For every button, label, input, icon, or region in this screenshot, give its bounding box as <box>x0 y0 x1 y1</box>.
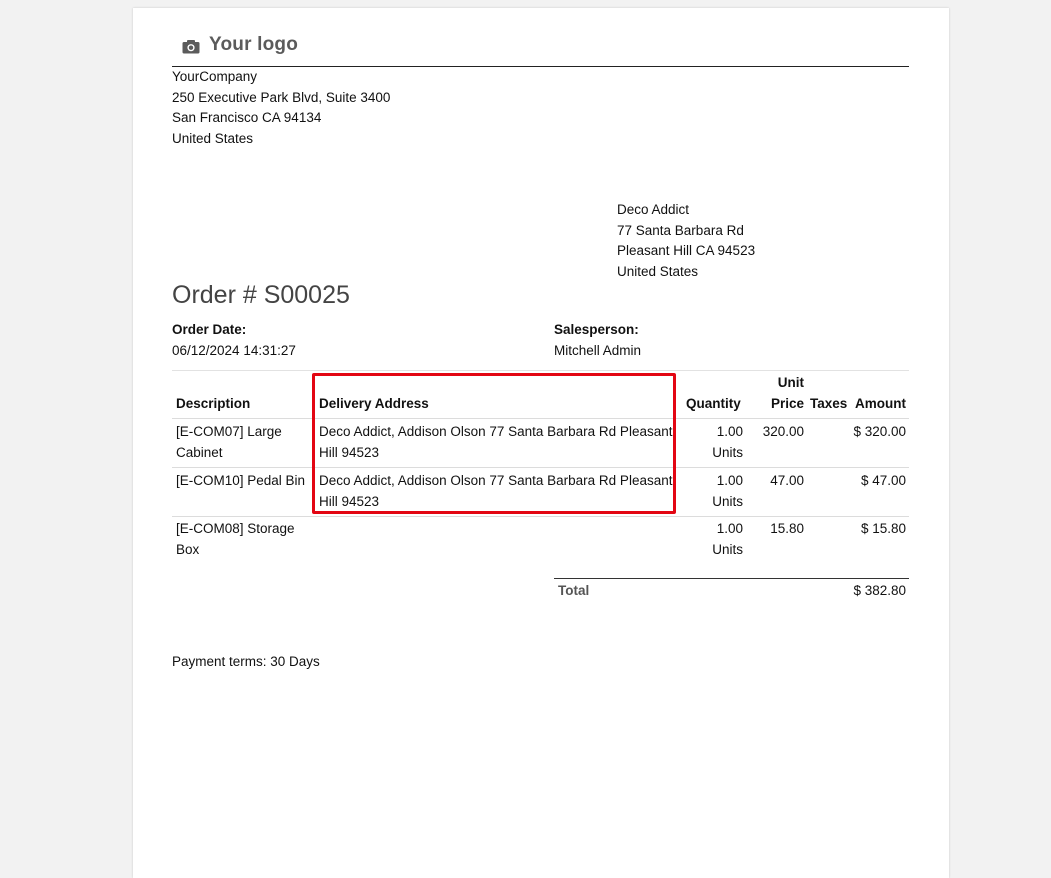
column-header-description: Description <box>176 396 251 411</box>
logo-text: Your logo <box>209 34 299 55</box>
salesperson-label: Salesperson: <box>554 322 639 337</box>
line-unit-price: 320.00 <box>762 424 804 439</box>
column-header-quantity: Quantity <box>686 396 741 411</box>
customer-city: Pleasant Hill CA 94523 <box>617 243 756 258</box>
page-title: Order # S00025 <box>172 281 350 309</box>
line-unit-price: 47.00 <box>770 473 804 488</box>
report-sheet: Your logo YourCompany 250 Executive Park… <box>133 8 949 878</box>
delivery-address-highlight <box>312 373 676 514</box>
company-street: 250 Executive Park Blvd, Suite 3400 <box>172 89 391 105</box>
camera-icon <box>182 38 200 53</box>
customer-name: Deco Addict <box>617 202 690 217</box>
payment-terms: Payment terms: 30 Days <box>172 654 320 669</box>
total-value: $ 382.80 <box>853 583 906 598</box>
customer-country: United States <box>617 263 699 279</box>
column-header-taxes: Taxes <box>810 396 848 411</box>
line-amount: $ 320.00 <box>853 424 906 439</box>
line-description: [E-COM07] Large Cabinet <box>176 424 282 460</box>
line-description: [E-COM10] Pedal Bin <box>176 473 306 488</box>
total-label: Total <box>558 583 590 598</box>
line-description: [E-COM08] Storage Box <box>176 521 295 557</box>
info-divider <box>172 370 909 371</box>
line-amount: $ 47.00 <box>860 473 906 488</box>
line-quantity: 1.00 Units <box>712 424 743 460</box>
company-address: YourCompany 250 Executive Park Blvd, Sui… <box>172 67 390 149</box>
company-city: San Francisco CA 94134 <box>172 110 322 125</box>
line-quantity: 1.00 Units <box>712 521 743 557</box>
column-header-unit: Unit <box>777 375 804 390</box>
order-date-label: Order Date: <box>172 322 247 337</box>
customer-address: Deco Addict 77 Santa Barbara Rd Pleasant… <box>617 200 755 282</box>
salesperson-value: Mitchell Admin <box>554 343 642 358</box>
order-date-value: 06/12/2024 14:31:27 <box>172 343 296 358</box>
column-header-price: Price <box>770 396 804 411</box>
company-name: YourCompany <box>172 69 258 84</box>
total-divider <box>554 578 909 579</box>
row-divider <box>172 516 909 517</box>
line-unit-price: 15.80 <box>770 521 804 536</box>
customer-street: 77 Santa Barbara Rd <box>617 222 744 238</box>
line-quantity: 1.00 Units <box>712 473 743 509</box>
line-amount: $ 15.80 <box>860 521 906 536</box>
company-logo: Your logo <box>172 30 322 60</box>
column-header-amount: Amount <box>855 396 906 411</box>
company-country: United States <box>172 130 254 146</box>
